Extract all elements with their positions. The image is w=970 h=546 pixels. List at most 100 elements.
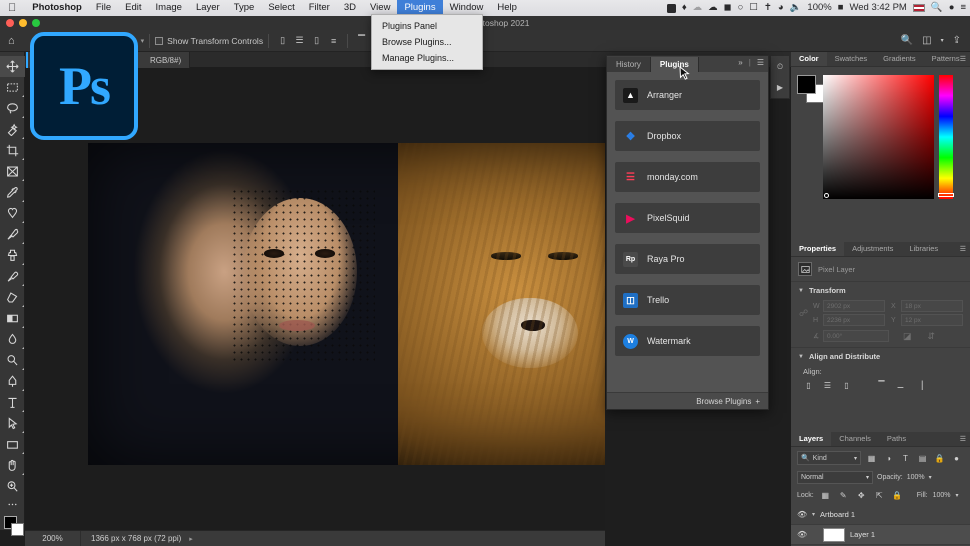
zoom-level[interactable]: 200% (25, 530, 81, 546)
tab-paths[interactable]: Paths (879, 432, 914, 446)
plugin-item-dropbox[interactable]: ❖ Dropbox (615, 121, 760, 151)
angle-field[interactable]: ∡ 0.00° (813, 330, 889, 342)
clock-label[interactable]: Wed 3:42 PM (849, 0, 906, 16)
display-icon[interactable] (666, 3, 676, 13)
distribute-icon[interactable]: ≡ (326, 33, 341, 48)
spotlight-search-icon[interactable]: 🔍 (931, 0, 943, 16)
foreground-background-colors[interactable] (0, 513, 25, 539)
menu-item-plugins-panel[interactable]: Plugins Panel (372, 18, 482, 34)
align-left-icon[interactable]: ▯ (801, 379, 816, 392)
tab-channels[interactable]: Channels (831, 432, 879, 446)
lock-all-icon[interactable]: 🔒 (891, 489, 904, 502)
history-collapsed-icon[interactable]: ⏲ (771, 56, 789, 77)
type-tool[interactable] (0, 392, 25, 413)
pen-tool[interactable] (0, 371, 25, 392)
plugin-item-monday[interactable]: ☰ monday.com (615, 162, 760, 192)
apple-icon[interactable]:  (0, 0, 25, 16)
siri-icon[interactable]: ● (949, 0, 955, 16)
shape-filter-icon[interactable]: ▤ (916, 452, 929, 465)
plugin-item-watermark[interactable]: W Watermark (615, 326, 760, 356)
screenrecord-icon[interactable]: ◼ (724, 0, 732, 16)
background-color-swatch[interactable] (11, 523, 24, 536)
path-selection-tool[interactable] (0, 413, 25, 434)
zoom-tool[interactable] (0, 476, 25, 497)
blend-mode-select[interactable]: Normal ▾ (797, 471, 873, 484)
tab-plugins[interactable]: Plugins (650, 57, 699, 72)
dodge-tool[interactable] (0, 350, 25, 371)
wifi-icon[interactable]: ◕ (778, 0, 784, 16)
marquee-tool[interactable] (0, 77, 25, 98)
link-chain-icon[interactable]: ☍ (799, 308, 808, 319)
plugin-item-trello[interactable]: ◫ Trello (615, 285, 760, 315)
width-value[interactable]: 2902 px (823, 300, 885, 312)
panel-menu-icon[interactable]: ☰ (960, 55, 966, 63)
quick-selection-tool[interactable] (0, 119, 25, 140)
history-brush-tool[interactable] (0, 266, 25, 287)
hue-slider-marker[interactable] (938, 193, 954, 197)
layer-visibility-icon[interactable]: 👁 (797, 530, 807, 539)
search-icon[interactable]: 🔍 (901, 35, 913, 46)
opacity-value[interactable]: 100% (907, 474, 925, 481)
layer-visibility-icon[interactable]: 👁 (797, 510, 807, 519)
menu-type[interactable]: Type (227, 0, 262, 16)
panel-menu-icon[interactable]: ☰ (757, 58, 764, 67)
control-center-icon[interactable]: ≡ (960, 0, 966, 16)
menu-filter[interactable]: Filter (302, 0, 337, 16)
workspace-icon[interactable]: ◫ (922, 35, 931, 46)
flip-horizontal-icon[interactable]: ◪ (903, 331, 912, 342)
cloud-dim-icon[interactable]: ☁ (693, 0, 703, 16)
actions-collapsed-icon[interactable]: ▶ (771, 77, 789, 98)
type-filter-icon[interactable]: T (899, 452, 912, 465)
flip-vertical-icon[interactable]: ⇵ (928, 331, 936, 342)
smartobject-filter-icon[interactable]: 🔒 (933, 452, 946, 465)
hand-tool[interactable] (0, 455, 25, 476)
align-section-header[interactable]: ▼ Align and Distribute (791, 347, 970, 365)
home-icon[interactable]: ⌂ (0, 35, 23, 47)
chevron-down-icon[interactable]: ▾ (866, 474, 869, 481)
chevron-down-icon[interactable]: ▾ (854, 455, 857, 462)
y-value[interactable]: 12 px (901, 314, 963, 326)
plugin-item-rayapro[interactable]: Rp Raya Pro (615, 244, 760, 274)
crop-tool[interactable] (0, 140, 25, 161)
menu-image[interactable]: Image (149, 0, 189, 16)
align-bottom-icon[interactable]: ▕ (912, 379, 927, 392)
bluetooth-icon[interactable]: ✝ (764, 0, 772, 16)
chevron-down-icon[interactable]: ▾ (929, 474, 932, 481)
fill-value[interactable]: 100% (933, 492, 951, 499)
align-center-h-icon[interactable]: ☰ (820, 379, 835, 392)
lock-artboard-icon[interactable]: ⇱ (873, 489, 886, 502)
tab-properties[interactable]: Properties (791, 242, 845, 256)
lock-transparent-icon[interactable]: ▦ (819, 489, 832, 502)
menu-edit[interactable]: Edit (118, 0, 148, 16)
layer-row-layer1[interactable]: 👁 Layer 1 (791, 525, 970, 545)
x-value[interactable]: 18 px (901, 300, 963, 312)
panel-menu-icon[interactable]: ☰ (960, 245, 966, 253)
align-top-icon[interactable]: ▔ (874, 379, 889, 392)
hue-slider[interactable] (939, 75, 953, 199)
expand-icon[interactable]: » (738, 58, 742, 67)
tab-color[interactable]: Color (791, 52, 827, 66)
align-right-icon[interactable]: ▯ (309, 33, 324, 48)
move-tool[interactable] (0, 56, 25, 77)
chevron-down-icon[interactable]: ▾ (956, 492, 959, 499)
layer-row-artboard[interactable]: 👁 ▾ Artboard 1 (791, 505, 970, 525)
healing-brush-tool[interactable] (0, 203, 25, 224)
menu-file[interactable]: File (89, 0, 118, 16)
align-top-icon[interactable]: ▔ (354, 33, 369, 48)
adjustment-filter-icon[interactable]: ◑ (882, 452, 895, 465)
align-right-icon[interactable]: ▯ (839, 379, 854, 392)
menu-item-browse-plugins[interactable]: Browse Plugins... (372, 34, 482, 50)
artboard-image[interactable] (88, 143, 605, 465)
layer-kind-filter[interactable]: 🔍 Kind ▾ (797, 451, 861, 465)
tab-adjustments[interactable]: Adjustments (844, 242, 901, 256)
menu-layer[interactable]: Layer (189, 0, 227, 16)
chevron-down-icon[interactable]: ▾ (812, 511, 815, 518)
rectangle-tool[interactable] (0, 434, 25, 455)
lock-image-icon[interactable]: ✎ (837, 489, 850, 502)
color-ramp[interactable] (823, 75, 934, 199)
show-transform-controls-checkbox[interactable]: Show Transform Controls (155, 36, 263, 46)
tab-swatches[interactable]: Swatches (827, 52, 876, 66)
tab-gradients[interactable]: Gradients (875, 52, 924, 66)
align-middle-v-icon[interactable]: ⚊ (893, 379, 908, 392)
eyedropper-tool[interactable] (0, 182, 25, 203)
